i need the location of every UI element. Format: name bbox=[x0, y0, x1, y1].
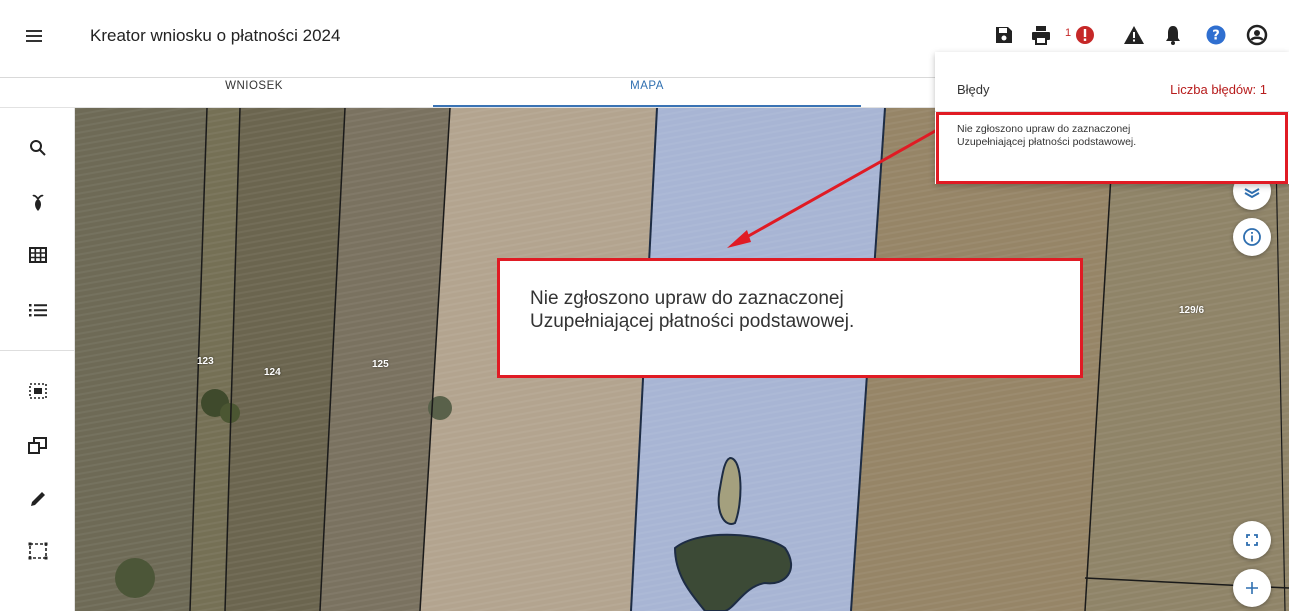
info-icon[interactable] bbox=[1233, 218, 1271, 256]
save-icon[interactable] bbox=[993, 24, 1015, 46]
callout-line: Nie zgłoszono upraw do zaznaczonej bbox=[530, 288, 844, 309]
error-item-line: Nie zgłoszono upraw do zaznaczonej bbox=[957, 123, 1131, 135]
error-count-badge: 1 bbox=[1065, 27, 1072, 39]
search-icon[interactable] bbox=[25, 135, 51, 161]
error-list-item[interactable]: Nie zgłoszono upraw do zaznaczonej Uzupe… bbox=[936, 112, 1288, 184]
error-icon[interactable] bbox=[1074, 24, 1096, 46]
copy-shape-icon[interactable] bbox=[25, 432, 51, 458]
grid-table-icon[interactable] bbox=[25, 242, 51, 268]
errors-panel: Błędy Liczba błędów: 1 Nie zgłoszono upr… bbox=[935, 52, 1289, 184]
app-title: Kreator wniosku o płatności 2024 bbox=[90, 26, 341, 45]
select-area-icon[interactable] bbox=[25, 378, 51, 404]
list-icon[interactable] bbox=[25, 297, 51, 323]
parcel-label: 123 bbox=[197, 356, 214, 367]
errors-panel-title: Błędy bbox=[957, 82, 990, 97]
tab-wniosek[interactable]: WNIOSEK bbox=[75, 80, 433, 106]
pencil-edit-icon[interactable] bbox=[25, 486, 51, 512]
error-item-line: Uzupełniającej płatności podstawowej. bbox=[957, 136, 1137, 148]
parcel-label: 129/6 bbox=[1179, 305, 1205, 316]
print-icon[interactable] bbox=[1030, 24, 1052, 46]
map-toolbar bbox=[0, 108, 75, 611]
error-callout: Nie zgłoszono upraw do zaznaczonej Uzupe… bbox=[497, 258, 1083, 378]
zoom-in-icon[interactable] bbox=[1233, 569, 1271, 607]
help-icon[interactable]: ? bbox=[1205, 24, 1227, 46]
menu-icon[interactable] bbox=[20, 22, 48, 50]
errors-count-label: Liczba błędów: 1 bbox=[1170, 82, 1267, 97]
warning-icon[interactable] bbox=[1123, 24, 1145, 46]
fullscreen-icon[interactable] bbox=[1233, 521, 1271, 559]
callout-line: Uzupełniającej płatności podstawowej. bbox=[530, 311, 855, 332]
account-icon[interactable] bbox=[1246, 24, 1268, 46]
crop-plant-icon[interactable] bbox=[25, 190, 51, 216]
parcel-label: 125 bbox=[372, 359, 389, 370]
bounding-box-icon[interactable] bbox=[25, 538, 51, 564]
svg-text:?: ? bbox=[1212, 29, 1220, 44]
notification-bell-icon[interactable] bbox=[1162, 24, 1184, 46]
tab-mapa[interactable]: MAPA bbox=[433, 80, 861, 106]
toolbar-divider bbox=[0, 350, 75, 351]
parcel-label: 124 bbox=[264, 367, 281, 378]
